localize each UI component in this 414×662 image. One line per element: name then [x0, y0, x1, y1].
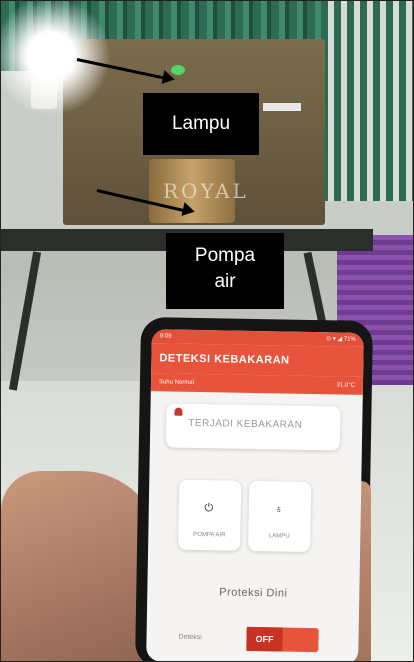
temperature-row: Suhu Normal 31,0°C: [150, 373, 364, 395]
temperature-label: Suhu Normal: [158, 379, 195, 386]
pompa-label: Pompa air: [166, 233, 284, 309]
lamp-button-label: LAMPU: [268, 533, 290, 540]
alert-text: TERJADI KEBAKARAN: [188, 417, 303, 431]
power-icon: ⏻: [204, 502, 214, 515]
lightbulb-icon: ♁: [274, 503, 284, 516]
lampu-label: Lampu: [143, 93, 259, 155]
section-title: Proteksi Dini: [219, 586, 288, 600]
photo-frame: ROYAL Lampu Pompa air 9:09 ⊙ ▾ ◢ 71% DET…: [0, 0, 414, 662]
toggle-label: Deteksi: [178, 633, 202, 642]
pump-button[interactable]: ⏻ POMPA AIR: [178, 479, 242, 551]
status-icons: ⊙ ▾ ◢ 71%: [326, 336, 356, 343]
pump-button-label: POMPA AIR: [193, 531, 226, 539]
curtain-right: [321, 1, 413, 201]
temperature-value: 31,0°C: [336, 382, 356, 389]
fire-alert-card: TERJADI KEBAKARAN: [165, 403, 341, 451]
phone-screen: 9:09 ⊙ ▾ ◢ 71% DETEKSI KEBAKARAN Suhu No…: [146, 329, 364, 661]
water-pipe: [263, 103, 301, 111]
bell-icon: [174, 407, 183, 416]
table-leg: [8, 251, 42, 391]
pompa-label-line1: Pompa: [194, 245, 256, 266]
pompa-label-line2: air: [214, 271, 236, 292]
can-brand: ROYAL: [163, 179, 249, 203]
detection-toggle[interactable]: OFF: [246, 626, 319, 653]
lamp-button[interactable]: ♁ LAMPU: [248, 480, 312, 552]
app-title: DETEKSI KEBAKARAN: [151, 343, 364, 377]
toggle-state: OFF: [246, 626, 283, 652]
status-time: 9:09: [159, 333, 172, 340]
